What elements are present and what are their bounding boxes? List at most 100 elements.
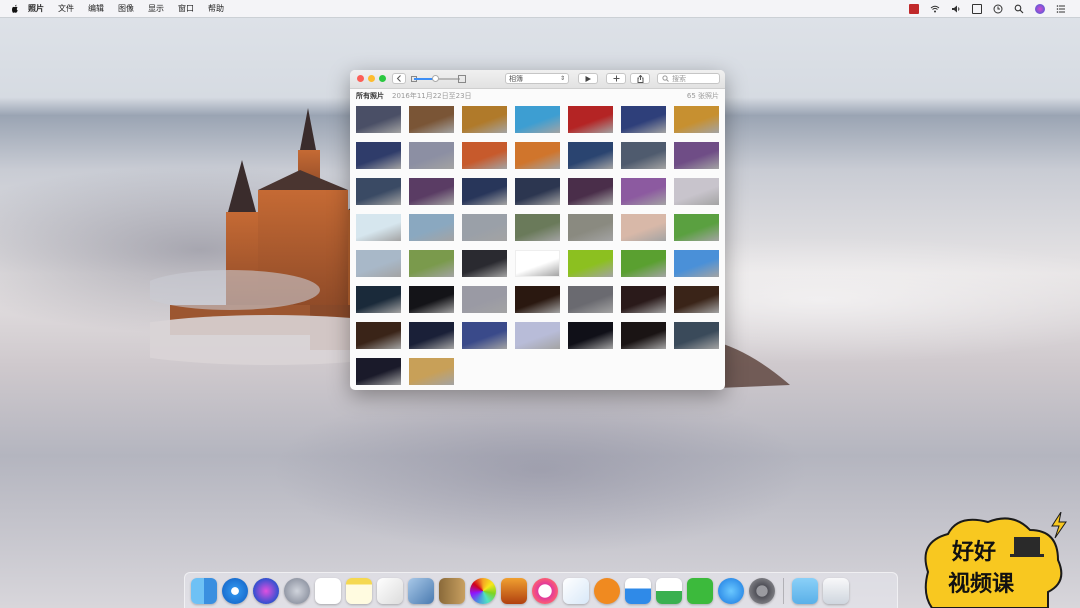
photo-thumbnail[interactable] xyxy=(409,214,454,241)
keynote-icon[interactable] xyxy=(625,577,651,604)
menu-help[interactable]: 帮助 xyxy=(208,3,224,14)
zoom-slider[interactable] xyxy=(414,75,460,82)
photo-thumbnail[interactable] xyxy=(409,178,454,205)
photo-thumbnail[interactable] xyxy=(356,178,401,205)
photo-thumbnail[interactable] xyxy=(356,358,401,385)
input-source-icon[interactable] xyxy=(972,3,982,14)
menu-photos[interactable]: 照片 xyxy=(28,3,44,14)
clock-icon[interactable] xyxy=(993,4,1003,14)
photo-thumbnail[interactable] xyxy=(409,322,454,349)
photo-thumbnail[interactable] xyxy=(515,322,560,349)
photo-thumbnail[interactable] xyxy=(515,214,560,241)
photo-thumbnail[interactable] xyxy=(674,178,719,205)
photo-thumbnail[interactable] xyxy=(515,250,560,277)
photo-thumbnail[interactable] xyxy=(462,250,507,277)
system-preferences-icon[interactable] xyxy=(749,577,775,604)
reminders-icon[interactable] xyxy=(315,577,341,604)
sort-select[interactable]: 相簿 ⇕ xyxy=(505,73,569,84)
downloads-folder-icon[interactable] xyxy=(792,577,818,604)
menu-view[interactable]: 显示 xyxy=(148,3,164,14)
photo-count: 65 张照片 xyxy=(686,91,719,100)
volume-icon[interactable] xyxy=(951,4,961,14)
siri-icon[interactable] xyxy=(253,577,279,604)
photo-thumbnail[interactable] xyxy=(409,106,454,133)
wifi-icon[interactable] xyxy=(930,4,940,14)
close-window-button[interactable] xyxy=(357,75,364,82)
photo-thumbnail[interactable] xyxy=(462,322,507,349)
photo-thumbnail[interactable] xyxy=(621,322,666,349)
photo-thumbnail[interactable] xyxy=(674,106,719,133)
photo-thumbnail[interactable] xyxy=(568,178,613,205)
menu-window[interactable]: 窗口 xyxy=(178,3,194,14)
photo-thumbnail[interactable] xyxy=(621,214,666,241)
photo-thumbnail[interactable] xyxy=(568,214,613,241)
photo-thumbnail[interactable] xyxy=(515,106,560,133)
photo-thumbnail[interactable] xyxy=(409,286,454,313)
photo-thumbnail[interactable] xyxy=(621,106,666,133)
textedit-icon[interactable] xyxy=(377,577,403,604)
pages-icon[interactable] xyxy=(563,577,589,604)
fullscreen-window-button[interactable] xyxy=(379,75,386,82)
photo-thumbnail[interactable] xyxy=(674,322,719,349)
photo-thumbnail[interactable] xyxy=(515,178,560,205)
safari-icon[interactable] xyxy=(222,577,248,604)
photo-thumbnail[interactable] xyxy=(409,142,454,169)
garageband-icon[interactable] xyxy=(501,577,527,604)
photo-thumbnail[interactable] xyxy=(515,142,560,169)
photo-thumbnail[interactable] xyxy=(568,286,613,313)
photo-thumbnail[interactable] xyxy=(356,250,401,277)
menu-image[interactable]: 图像 xyxy=(118,3,134,14)
photo-thumbnail[interactable] xyxy=(409,250,454,277)
photo-thumbnail[interactable] xyxy=(356,106,401,133)
recording-indicator-icon[interactable] xyxy=(909,3,919,14)
photo-thumbnail[interactable] xyxy=(674,250,719,277)
zoom-slider-knob[interactable] xyxy=(431,75,439,82)
trash-icon[interactable] xyxy=(823,577,849,604)
facetime-icon[interactable] xyxy=(687,577,713,604)
photo-thumbnail[interactable] xyxy=(568,250,613,277)
finder-icon[interactable] xyxy=(191,577,217,604)
minimize-window-button[interactable] xyxy=(368,75,375,82)
notification-center-icon[interactable] xyxy=(1056,4,1066,14)
back-button[interactable] xyxy=(392,73,406,84)
appstore-icon[interactable] xyxy=(718,577,744,604)
photo-thumbnail[interactable] xyxy=(621,250,666,277)
photo-thumbnail[interactable] xyxy=(621,142,666,169)
launchpad-icon[interactable] xyxy=(284,577,310,604)
photo-thumbnail[interactable] xyxy=(568,322,613,349)
numbers-icon[interactable] xyxy=(656,577,682,604)
contacts-icon[interactable] xyxy=(439,577,465,604)
photo-thumbnail[interactable] xyxy=(462,106,507,133)
search-field[interactable]: 搜索 xyxy=(657,73,720,84)
slideshow-button[interactable] xyxy=(578,73,598,84)
photo-thumbnail[interactable] xyxy=(674,214,719,241)
photo-thumbnail[interactable] xyxy=(409,358,454,385)
photo-thumbnail[interactable] xyxy=(462,178,507,205)
photo-thumbnail[interactable] xyxy=(356,142,401,169)
photo-thumbnail[interactable] xyxy=(356,214,401,241)
photo-thumbnail[interactable] xyxy=(568,142,613,169)
photo-thumbnail[interactable] xyxy=(568,106,613,133)
photo-thumbnail[interactable] xyxy=(462,214,507,241)
spotlight-search-icon[interactable] xyxy=(1014,4,1024,14)
add-button[interactable] xyxy=(606,73,626,84)
notes-icon[interactable] xyxy=(346,577,372,604)
menu-edit[interactable]: 编辑 xyxy=(88,3,104,14)
photo-thumbnail[interactable] xyxy=(462,142,507,169)
photo-thumbnail[interactable] xyxy=(621,286,666,313)
ibooks-icon[interactable] xyxy=(594,577,620,604)
photo-thumbnail[interactable] xyxy=(356,286,401,313)
photo-thumbnail[interactable] xyxy=(621,178,666,205)
apple-logo-icon[interactable] xyxy=(10,4,20,14)
menu-file[interactable]: 文件 xyxy=(58,3,74,14)
photo-thumbnail[interactable] xyxy=(462,286,507,313)
siri-icon[interactable] xyxy=(1035,3,1045,14)
share-button[interactable] xyxy=(630,73,650,84)
itunes-icon[interactable] xyxy=(532,577,558,604)
photo-thumbnail[interactable] xyxy=(674,286,719,313)
preview-icon[interactable] xyxy=(408,577,434,604)
photo-thumbnail[interactable] xyxy=(356,322,401,349)
photo-thumbnail[interactable] xyxy=(674,142,719,169)
photos-icon[interactable] xyxy=(470,577,496,604)
photo-thumbnail[interactable] xyxy=(515,286,560,313)
